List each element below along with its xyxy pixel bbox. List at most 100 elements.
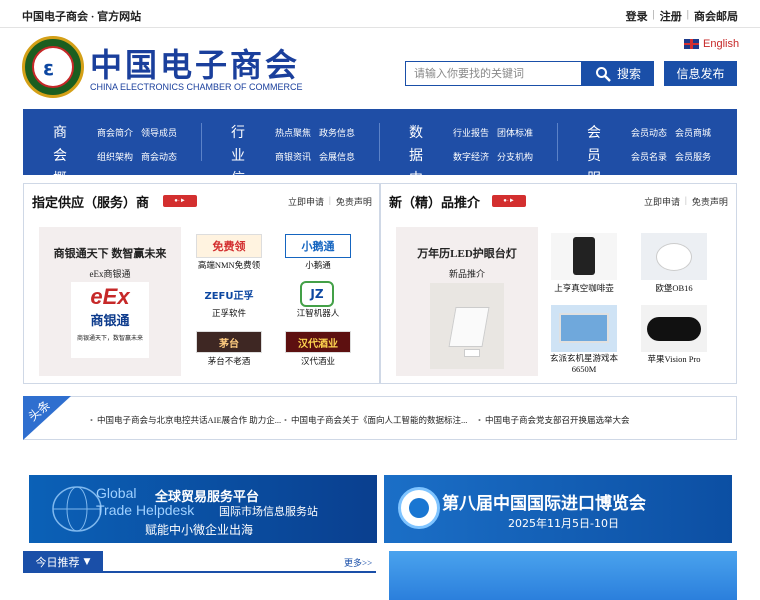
nav-link[interactable]: 会员商城 (675, 126, 711, 139)
supplier-caption[interactable]: 江智机器人 (275, 307, 361, 319)
feature-headline: 万年历LED护眼台灯 (417, 248, 517, 260)
nav-link[interactable]: 商银资讯 (275, 150, 311, 163)
nav-link[interactable]: 会展信息 (319, 150, 355, 163)
nav-group-industry: 行业 信息 热点聚焦 政务信息 商银资讯 会展信息 (201, 109, 379, 210)
nav-link[interactable]: 政务信息 (319, 126, 355, 139)
search-button-label: 搜索 (616, 67, 641, 81)
headline-item[interactable]: • 中国电子商会关于《面向人工智能的数据标注... (284, 414, 467, 426)
nav-link[interactable]: 商会动态 (141, 150, 177, 163)
brand-name-cn: 中国电子商会 (90, 46, 301, 84)
today-tab-label: 今日推荐 (35, 556, 80, 569)
supplier-thumb[interactable]: 茅台 (196, 331, 262, 353)
top-links: 登录 | 注册 | 商会邮局 (626, 8, 738, 24)
supplier-caption[interactable]: 茅台不老酒 (186, 355, 272, 367)
supplier-caption[interactable]: 高端NMN免费领 (186, 259, 272, 271)
product-image[interactable] (641, 233, 707, 280)
search-input[interactable]: 请输入你要找的关键词 (405, 61, 582, 86)
banner-cn3: 赋能中小微企业出海 (145, 523, 254, 537)
nav-link[interactable]: 会员服务 (675, 150, 711, 163)
trade-helpdesk-banner[interactable]: Global Trade Helpdesk 全球贸易服务平台 国际市场信息服务站… (29, 475, 377, 543)
nav-group-about: 商会 概况 商会简介 领导成员 组织架构 商会动态 (23, 109, 201, 210)
feature-sub: 新品推介 (448, 269, 485, 279)
eex-logo-cn: 商银通 (90, 313, 130, 328)
products-title: 新（精）品推介 (389, 196, 481, 211)
ciie-title: 第八届中国国际进口博览会 (442, 494, 646, 514)
login-link[interactable]: 登录 (626, 8, 648, 24)
disclaimer-link[interactable]: 免责声明 (692, 195, 728, 208)
headline-item[interactable]: • 中国电子商会与北京电控共话AIE展合作 助力企... (90, 414, 281, 426)
nav-link[interactable]: 数字经济 (453, 150, 489, 163)
search-icon (595, 66, 611, 82)
nav-link[interactable]: 分支机构 (497, 150, 533, 163)
supplier-thumb[interactable]: 免费领 (196, 234, 262, 258)
nav-link[interactable]: 组织架构 (97, 150, 133, 163)
supplier-caption[interactable]: 小鹅通 (275, 259, 361, 271)
product-caption[interactable]: 欧堡OB16 (631, 282, 717, 294)
chamber-logo[interactable]: ε (22, 36, 84, 98)
supplier-thumb[interactable]: 小鹅通 (285, 234, 351, 258)
nav-link[interactable]: 商会简介 (97, 126, 133, 139)
product-caption[interactable]: 苹果Vision Pro (631, 353, 717, 365)
supplier-thumb[interactable]: ZEFU正孚 (196, 283, 262, 305)
product-caption[interactable]: 玄派玄机星游戏本 6650M (541, 353, 627, 375)
divider: | (685, 195, 687, 205)
product-image[interactable] (551, 305, 617, 352)
banner-cn2: 国际市场信息服务站 (219, 505, 318, 518)
language-switch[interactable]: English (684, 38, 739, 50)
ciie-logo-icon (398, 487, 440, 529)
divider: | (686, 8, 689, 20)
supplier-caption[interactable]: 汉代酒业 (275, 355, 361, 367)
nav-group-data: 数据 中心 行业报告 团体标准 数字经济 分支机构 (379, 109, 557, 210)
supplier-thumb[interactable]: JZ (300, 281, 334, 307)
product-feature[interactable]: 万年历LED护眼台灯 新品推介 (396, 227, 538, 376)
hot-badge: ●·► (163, 195, 197, 207)
suppliers-title: 指定供应（服务）商 (32, 196, 150, 211)
eex-logo-text: eEx (90, 284, 130, 309)
nav-link[interactable]: 会员名录 (631, 150, 667, 163)
logo-emblem: ε (32, 46, 74, 88)
nav-group-member: 会员 服务 会员动态 会员商城 会员名录 会员服务 (557, 109, 737, 210)
eex-logo: eEx 商银通 商银通天下，数智赢未来 (71, 282, 149, 358)
mail-link[interactable]: 商会邮局 (694, 8, 738, 24)
nav-link[interactable]: 会员动态 (631, 126, 667, 139)
uk-flag-icon (684, 39, 699, 49)
product-image[interactable] (551, 233, 617, 280)
hot-badge: ●·► (492, 195, 526, 207)
main-nav: 商会 概况 商会简介 领导成员 组织架构 商会动态 行业 信息 热点聚焦 政务信息 … (23, 109, 737, 210)
site-label: 中国电子商会 · 官方网站 (22, 11, 142, 23)
search-button[interactable]: 搜索 (582, 61, 654, 86)
supplier-caption[interactable]: 正孚软件 (186, 307, 272, 319)
tab-today[interactable]: 今日推荐 ▼ (23, 551, 103, 573)
supplier-feature[interactable]: 商银通天下 数智赢未来 eEx商银通 eEx 商银通 商银通天下，数智赢未来 (39, 227, 181, 376)
lamp-image (430, 283, 504, 369)
feature-sub: eEx商银通 (89, 269, 131, 279)
supplier-thumb[interactable]: 汉代酒业 (285, 331, 351, 353)
suppliers-links: 立即申请 | 免责声明 (288, 195, 372, 208)
register-link[interactable]: 注册 (660, 8, 682, 24)
nav-link[interactable]: 热点聚焦 (275, 126, 311, 139)
divider: | (652, 8, 655, 20)
feature-headline: 商银通天下 数智赢未来 (53, 248, 167, 260)
more-link[interactable]: 更多>> (344, 556, 372, 569)
product-caption[interactable]: 上亨真空咖啡壶 (541, 282, 627, 294)
nav-link[interactable]: 行业报告 (453, 126, 489, 139)
disclaimer-link[interactable]: 免责声明 (336, 195, 372, 208)
brand-name-en: CHINA ELECTRONICS CHAMBER OF COMMERCE (90, 82, 303, 92)
headline-item[interactable]: • 中国电子商会党支部召开换届选举大会 (478, 414, 630, 426)
apply-link[interactable]: 立即申请 (288, 195, 324, 208)
logo-mark-icon: ε (43, 56, 55, 80)
ciie-banner[interactable]: 第八届中国国际进口博览会 2025年11月5日-10日 (384, 475, 732, 543)
nav-link[interactable]: 领导成员 (141, 126, 177, 139)
publish-button[interactable]: 信息发布 (664, 61, 737, 86)
product-image[interactable] (641, 305, 707, 352)
chevron-down-icon: ▼ (83, 557, 91, 567)
nav-link[interactable]: 团体标准 (497, 126, 533, 139)
divider: | (329, 195, 331, 205)
search-placeholder: 请输入你要找的关键词 (414, 67, 524, 80)
banner-en1: Global (96, 485, 137, 501)
feature-image[interactable] (389, 551, 737, 600)
eex-caption: 商银通天下，数智赢未来 (76, 336, 143, 342)
products-links: 立即申请 | 免责声明 (644, 195, 728, 208)
ciie-date: 2025年11月5日-10日 (508, 517, 619, 530)
apply-link[interactable]: 立即申请 (644, 195, 680, 208)
